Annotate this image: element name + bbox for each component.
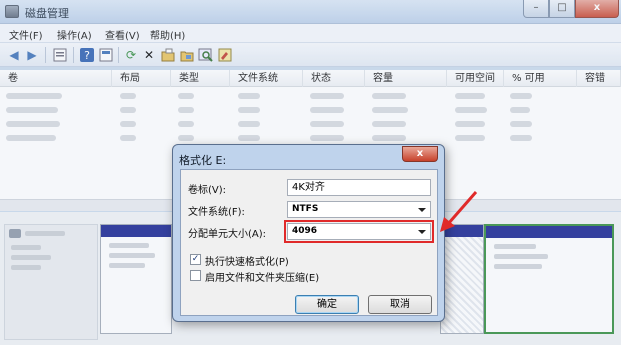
annotation-arrow xyxy=(440,191,478,232)
